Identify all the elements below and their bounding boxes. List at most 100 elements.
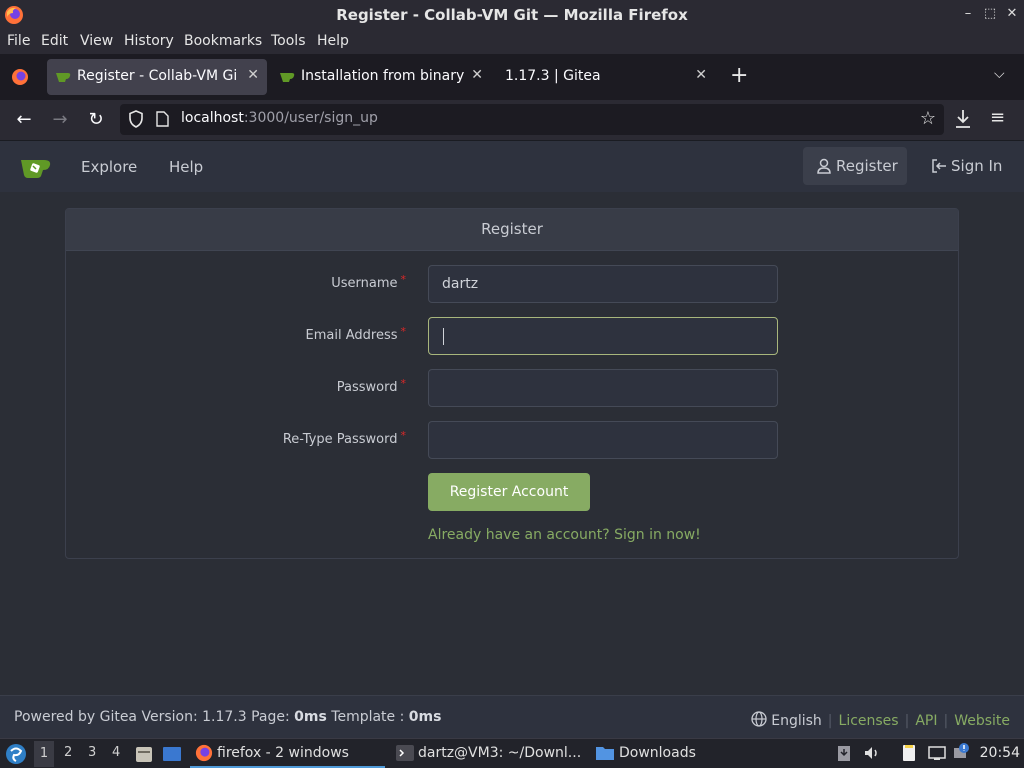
required-mark: * [400,273,407,286]
tab-label: Installation from binary - [301,68,466,84]
page-info-icon[interactable] [156,111,169,127]
licenses-link[interactable]: Licenses [839,713,899,729]
url-text[interactable]: localhost:3000/user/sign_up [181,110,378,126]
list-all-tabs-icon[interactable]: ⌵ [994,66,1005,82]
close-tab-icon[interactable]: ✕ [247,67,259,83]
menu-history[interactable]: History [124,33,174,49]
retype-label-text: Re-Type Password [282,432,398,447]
bookmark-star-icon[interactable]: ☆ [920,108,936,129]
signin-nav-button[interactable]: Sign In [921,147,1013,185]
workspace-1[interactable]: 1 [34,741,54,767]
forward-button[interactable]: → [48,108,72,132]
tab-gitea-release[interactable]: 1.17.3 | Gitea ✕ [495,59,715,95]
task-label: firefox - 2 windows [217,745,349,761]
gitea-logo-icon[interactable] [20,155,52,179]
footer-links: English | Licenses | API | Website [751,709,1010,729]
file-manager-launcher-icon[interactable] [134,744,154,764]
password-label: Password * [176,377,407,395]
gitea-header: Explore Help Register Sign In [0,140,1024,192]
app-menu-icon[interactable]: ≡ [990,107,1005,128]
menubar: File Edit View History Bookmarks Tools H… [0,30,1024,54]
menu-view[interactable]: View [80,33,113,49]
email-label: Email Address * [176,325,407,343]
notes-tray-icon[interactable] [900,744,918,762]
username-input[interactable] [428,265,778,303]
url-host: localhost [181,110,244,126]
back-button[interactable]: ← [12,108,36,132]
show-desktop-icon[interactable] [162,744,182,764]
window-title: Register - Collab-VM Git — Mozilla Firef… [336,6,688,24]
explore-link[interactable]: Explore [81,158,137,176]
password-input[interactable] [428,369,778,407]
menu-tools[interactable]: Tools [271,33,306,49]
menu-bookmarks[interactable]: Bookmarks [184,33,262,49]
retype-password-label: Re-Type Password * [176,429,407,447]
taskbar-firefox[interactable]: firefox - 2 windows [190,740,385,768]
page-time: 0ms [294,709,327,725]
footer-version: Powered by Gitea Version: 1.17.3 Page: 0… [14,709,441,725]
update-notifier-icon[interactable] [953,742,971,760]
reload-button[interactable]: ↻ [84,108,108,132]
register-account-button[interactable]: Register Account [428,473,590,511]
tab-installation[interactable]: Installation from binary - ✕ [271,59,491,95]
clipboard-tray-icon[interactable] [835,744,853,762]
text-cursor [443,328,444,345]
page-title: Register [481,220,543,238]
firefox-task-icon [195,744,213,762]
network-icon[interactable] [928,744,946,762]
url-path: :3000/user/sign_up [243,110,378,126]
workspace-4[interactable]: 4 [112,745,120,760]
firefox-view-icon[interactable] [10,67,30,87]
taskbar-terminal[interactable]: dartz@VM3: ~/Downl... [391,740,586,768]
maximize-button[interactable]: ⬚ [980,4,1000,24]
new-tab-button[interactable]: + [730,63,748,88]
menu-help[interactable]: Help [317,33,349,49]
close-window-button[interactable]: ✕ [1002,4,1022,24]
workspace-3[interactable]: 3 [88,745,96,760]
retype-password-input[interactable] [428,421,778,459]
api-link[interactable]: API [915,713,937,729]
required-mark: * [400,325,407,338]
register-panel: Register Username* Email Address* Passwo… [65,208,959,559]
separator: | [943,713,949,729]
help-link[interactable]: Help [169,158,203,176]
close-tab-icon[interactable]: ✕ [471,67,483,83]
volume-icon[interactable] [863,744,881,762]
register-nav-label: Register [836,157,898,175]
clock[interactable]: 20:54 [980,745,1020,761]
required-mark: * [400,377,407,390]
tab-strip: Register - Collab-VM Git ✕ Installation … [0,54,1024,100]
close-tab-icon[interactable]: ✕ [695,67,707,83]
task-label: dartz@VM3: ~/Downl... [418,745,582,761]
downloads-icon[interactable] [954,108,972,130]
url-bar[interactable]: localhost:3000/user/sign_up ☆ [120,104,944,135]
website-link[interactable]: Website [954,713,1010,729]
signin-now-link[interactable]: Already have an account? Sign in now! [428,527,701,543]
sign-in-icon [932,159,946,173]
window-titlebar: Register - Collab-VM Git — Mozilla Firef… [0,0,1024,30]
separator: | [827,713,833,729]
tracking-shield-icon[interactable] [128,110,144,128]
template-time: 0ms [408,709,442,725]
panel-header: Register [66,209,958,251]
terminal-icon [396,745,414,761]
separator: | [904,713,910,729]
page-footer: Powered by Gitea Version: 1.17.3 Page: 0… [0,695,1024,738]
taskbar-downloads[interactable]: Downloads [592,740,722,768]
menu-edit[interactable]: Edit [41,33,68,49]
register-nav-button[interactable]: Register [803,147,907,185]
start-menu-icon[interactable] [5,743,27,765]
email-input[interactable] [428,317,778,355]
gitea-tab-icon [280,73,295,82]
tab-label: Register - Collab-VM Git [77,68,237,84]
language-selector[interactable]: English [771,713,822,729]
template-label: Template : [331,709,405,725]
navigation-bar: ← → ↻ localhost:3000/user/sign_up ☆ ≡ [0,100,1024,140]
menu-file[interactable]: File [7,33,30,49]
email-label-text: Email Address [305,328,398,343]
minimize-button[interactable]: – [958,4,978,24]
workspace-2[interactable]: 2 [64,745,72,760]
required-mark: * [400,429,407,442]
task-label: Downloads [619,745,696,761]
tab-register[interactable]: Register - Collab-VM Git ✕ [47,59,267,95]
